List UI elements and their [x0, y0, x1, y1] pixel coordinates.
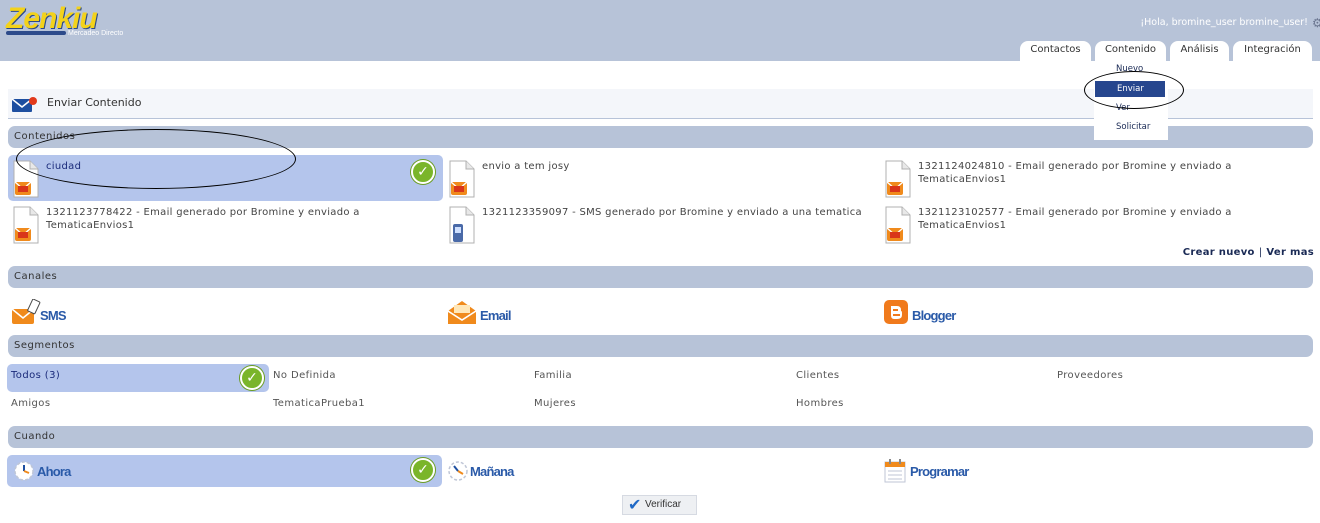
zenkiu-logo[interactable]: Zenkiu Mercadeo Directo — [6, 2, 126, 40]
link-separator: | — [1258, 247, 1263, 258]
channel-email[interactable]: Email — [446, 297, 536, 329]
content-label: 1321123359097 - SMS generado por Bromine… — [482, 207, 862, 218]
channel-sms[interactable]: SMS — [10, 297, 90, 329]
channel-label: SMS — [40, 308, 67, 323]
menu-item-ver[interactable]: Ver — [1094, 100, 1168, 116]
segment-label: Proveedores — [1057, 370, 1124, 381]
when-manana[interactable]: Mañana — [444, 455, 879, 487]
content-label: 1321123778422 - Email generado por Bromi… — [46, 207, 360, 231]
section-label: Cuando — [14, 431, 56, 442]
verify-label: Verificar — [645, 499, 682, 510]
checkmark-icon: ✔ — [628, 495, 642, 514]
content-label: envio a tem josy — [482, 161, 570, 172]
section-cuando: Cuando — [8, 426, 1313, 448]
content-label: 1321123102577 - Email generado por Bromi… — [918, 207, 1232, 231]
channel-blogger[interactable]: Blogger — [882, 297, 982, 329]
sms-document-icon — [449, 206, 475, 244]
sms-icon — [12, 299, 41, 324]
segment-label: Clientes — [796, 370, 840, 381]
menu-item-solicitar[interactable]: Solicitar — [1094, 119, 1168, 135]
content-item[interactable]: 1321123102577 - Email generado por Bromi… — [880, 201, 1315, 247]
segment-todos[interactable]: Todos (3) ✓ — [7, 364, 269, 392]
content-item[interactable]: 1321123359097 - SMS generado por Bromine… — [444, 201, 879, 247]
segment-item[interactable]: TematicaPrueba1 — [269, 392, 531, 420]
channel-label: Blogger — [912, 308, 956, 323]
verify-button[interactable]: ✔ Verificar — [622, 495, 697, 515]
section-canales: Canales — [8, 266, 1313, 288]
content-label: ciudad — [46, 161, 82, 172]
section-label: Canales — [14, 271, 58, 282]
content-item[interactable]: envio a tem josy — [444, 155, 879, 201]
segment-item[interactable]: Clientes — [792, 364, 1054, 392]
calendar-icon — [884, 459, 906, 483]
contenido-dropdown-menu: Nuevo Enviar Ver Solicitar — [1094, 61, 1168, 140]
tab-contactos[interactable]: Contactos — [1020, 41, 1091, 61]
segment-label: TematicaPrueba1 — [273, 398, 366, 409]
when-programar[interactable]: Programar — [880, 455, 1315, 487]
email-document-icon — [13, 160, 39, 198]
segment-item[interactable]: Amigos — [7, 392, 269, 420]
check-icon: ✓ — [411, 160, 435, 184]
check-icon: ✓ — [240, 366, 264, 390]
email-icon — [448, 301, 477, 324]
gear-icon[interactable]: ⚙ — [1312, 16, 1320, 30]
page-title: Enviar Contenido — [47, 96, 142, 109]
check-icon: ✓ — [411, 458, 435, 482]
segment-label: Mujeres — [534, 398, 576, 409]
email-document-icon — [13, 206, 39, 244]
content-links: Crear nuevo | Ver mas — [1183, 247, 1314, 258]
when-label: Ahora — [37, 464, 71, 479]
segment-item[interactable]: Hombres — [792, 392, 1054, 420]
section-label: Segmentos — [14, 340, 75, 351]
blogger-icon — [884, 300, 908, 324]
user-greeting: ¡Hola, bromine_user bromine_user! — [1140, 17, 1308, 28]
logo-swoosh — [6, 31, 66, 35]
email-document-icon — [885, 206, 911, 244]
segment-item[interactable]: Familia — [530, 364, 792, 392]
segment-label: Hombres — [796, 398, 844, 409]
clock-icon — [448, 461, 468, 481]
channel-label: Email — [480, 308, 511, 323]
tab-analisis[interactable]: Análisis — [1170, 41, 1229, 61]
tab-integracion[interactable]: Integración — [1233, 41, 1312, 61]
segment-label: Todos (3) — [11, 370, 61, 381]
content-item[interactable]: 1321123778422 - Email generado por Bromi… — [8, 201, 443, 247]
menu-item-enviar[interactable]: Enviar — [1095, 81, 1165, 97]
content-label: 1321124024810 - Email generado por Bromi… — [918, 161, 1232, 185]
section-label: Contenidos — [14, 131, 76, 142]
email-document-icon — [885, 160, 911, 198]
content-item[interactable]: 1321124024810 - Email generado por Bromi… — [880, 155, 1315, 201]
send-mail-icon — [12, 97, 37, 112]
segment-item[interactable]: Proveedores — [1053, 364, 1315, 392]
content-item-ciudad[interactable]: ciudad ✓ — [8, 155, 443, 201]
email-document-icon — [449, 160, 475, 198]
create-new-link[interactable]: Crear nuevo — [1183, 247, 1255, 258]
segment-label: Amigos — [11, 398, 51, 409]
logo-subtitle: Mercadeo Directo — [68, 30, 124, 37]
segment-item[interactable]: No Definida — [269, 364, 531, 392]
when-ahora[interactable]: Ahora ✓ — [7, 455, 442, 487]
segment-label: No Definida — [273, 370, 336, 381]
segment-item[interactable]: Mujeres — [530, 392, 792, 420]
clock-icon — [14, 461, 34, 481]
menu-item-nuevo[interactable]: Nuevo — [1094, 61, 1168, 77]
when-label: Programar — [910, 464, 969, 479]
segment-label: Familia — [534, 370, 572, 381]
tab-contenido[interactable]: Contenido — [1095, 41, 1166, 61]
view-more-link[interactable]: Ver mas — [1266, 247, 1314, 258]
section-segmentos: Segmentos — [8, 335, 1313, 357]
header: Zenkiu Mercadeo Directo ¡Hola, bromine_u… — [0, 0, 1320, 61]
when-label: Mañana — [470, 464, 514, 479]
